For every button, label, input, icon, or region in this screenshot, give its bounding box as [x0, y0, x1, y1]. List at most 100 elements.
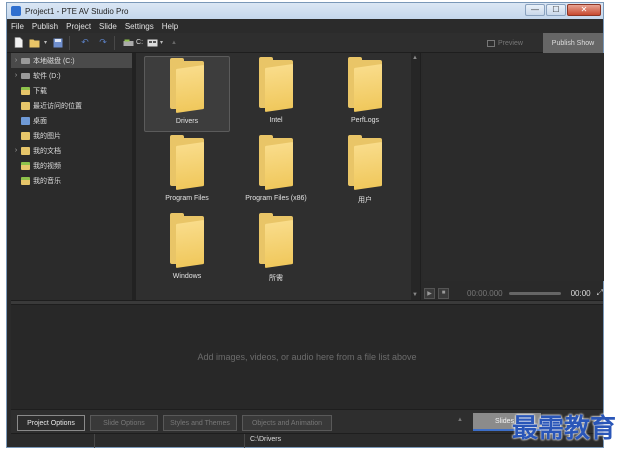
- expand-arrow-icon[interactable]: ›: [11, 147, 21, 154]
- chevron-down-icon: ▾: [160, 40, 164, 46]
- tree-item-music[interactable]: 我的音乐: [11, 173, 132, 188]
- tree-item-label: 我的文档: [33, 147, 61, 155]
- open-project-button[interactable]: ▾: [29, 35, 47, 51]
- new-file-icon: [14, 37, 23, 48]
- folder-item-program-files-x86[interactable]: Program Files (x86): [233, 134, 319, 210]
- folder-icon: [348, 57, 382, 112]
- folder-item-perflogs[interactable]: PerfLogs: [322, 56, 408, 132]
- window-title: Project1 - PTE AV Studio Pro: [25, 6, 129, 16]
- folder-label: Drivers: [175, 118, 199, 125]
- drive-selector-button[interactable]: C:: [123, 35, 143, 51]
- menu-bar: File Publish Project Slide Settings Help: [7, 19, 603, 33]
- menu-file[interactable]: File: [7, 22, 28, 31]
- preview-label: Preview: [498, 39, 523, 47]
- folder-label: 用户: [358, 197, 372, 204]
- open-folder-icon: [29, 39, 40, 47]
- player-controls: ▶ ■ 00:00.000 00:00 ⤢: [421, 286, 604, 300]
- preview-button[interactable]: Preview: [487, 36, 523, 50]
- menu-project[interactable]: Project: [62, 22, 95, 31]
- drive-icon: [21, 57, 30, 64]
- folder-icon: [259, 135, 293, 190]
- tree-item-pictures[interactable]: 我的图片: [11, 128, 132, 143]
- documents-folder-icon: [21, 146, 30, 155]
- publish-show-button[interactable]: Publish Show: [543, 33, 603, 53]
- menu-slide[interactable]: Slide: [95, 22, 121, 31]
- folder-item-drivers[interactable]: Drivers: [144, 56, 230, 132]
- tree-item-downloads[interactable]: 下载: [11, 83, 132, 98]
- slide-options-button[interactable]: Slide Options: [90, 415, 158, 431]
- drive-icon: [123, 39, 134, 46]
- folder-label: Program Files: [165, 195, 209, 202]
- fullscreen-icon[interactable]: ⤢: [597, 288, 603, 298]
- folder-icon: [170, 213, 204, 268]
- save-project-button[interactable]: [51, 35, 65, 51]
- tree-item-label: 桌面: [33, 117, 47, 125]
- tree-item-label: 本地磁盘 (C:): [33, 57, 75, 65]
- stop-icon: ■: [441, 290, 446, 296]
- arrow-up-icon: ▲: [171, 39, 177, 46]
- project-options-button[interactable]: Project Options: [17, 415, 85, 431]
- objects-animation-button[interactable]: Objects and Animation: [242, 415, 332, 431]
- recent-folder-icon: [21, 101, 30, 110]
- folder-icon: [259, 57, 293, 112]
- slide-list-area[interactable]: Add images, videos, or audio here from a…: [11, 305, 603, 409]
- folder-item-windows[interactable]: Windows: [144, 212, 230, 288]
- expand-arrow-icon[interactable]: ›: [11, 72, 21, 79]
- tree-item-label: 最近访问的位置: [33, 102, 82, 110]
- scroll-up-icon[interactable]: ▲: [412, 55, 418, 61]
- folder-item-required[interactable]: 所需: [233, 212, 319, 288]
- pictures-folder-icon: [21, 131, 30, 140]
- tree-item-recent[interactable]: 最近访问的位置: [11, 98, 132, 113]
- menu-settings[interactable]: Settings: [121, 22, 158, 31]
- folder-icon: [348, 135, 382, 190]
- play-button[interactable]: ▶: [424, 287, 435, 299]
- preview-screen: [423, 53, 604, 281]
- folder-item-intel[interactable]: Intel: [233, 56, 319, 132]
- expand-arrow-icon[interactable]: ›: [11, 57, 21, 64]
- tree-item-desktop[interactable]: 桌面: [11, 113, 132, 128]
- chevron-down-icon: ▾: [44, 40, 48, 46]
- folder-label: Program Files (x86): [245, 195, 307, 202]
- collapse-panel-icon[interactable]: ▲: [457, 417, 463, 423]
- status-path: C:\Drivers: [250, 436, 282, 443]
- tree-item-videos[interactable]: 我的视频: [11, 158, 132, 173]
- folder-label: PerfLogs: [350, 117, 380, 124]
- folder-item-users[interactable]: 用户: [322, 134, 408, 210]
- timeline-slider[interactable]: [508, 291, 561, 295]
- view-mode-button[interactable]: ▾: [147, 35, 163, 51]
- tree-item-label: 我的音乐: [33, 177, 61, 185]
- toolbar: ▾ ↶ ↷ C: ▾ ▲ Preview Publish Show: [7, 33, 603, 53]
- slide-area-hint: Add images, videos, or audio here from a…: [197, 352, 417, 362]
- folder-item-program-files[interactable]: Program Files: [144, 134, 230, 210]
- stop-button[interactable]: ■: [438, 287, 449, 299]
- scroll-down-icon[interactable]: ▼: [412, 292, 418, 298]
- downloads-folder-icon: [21, 86, 30, 95]
- save-icon: [53, 38, 63, 47]
- toolbar-separator: [114, 35, 116, 50]
- thumbnail-view-icon: [147, 39, 158, 46]
- folder-label: Intel: [269, 117, 283, 124]
- tree-item-label: 软件 (D:): [33, 72, 61, 80]
- folder-label: Windows: [172, 273, 202, 280]
- folder-up-button[interactable]: ▲: [167, 35, 181, 51]
- minimize-button[interactable]: —: [525, 4, 545, 16]
- menu-help[interactable]: Help: [158, 22, 182, 31]
- tree-item-software-d[interactable]: › 软件 (D:): [11, 68, 132, 83]
- total-time: 00:00: [570, 288, 591, 298]
- folder-icon: [170, 135, 204, 190]
- menu-publish[interactable]: Publish: [28, 22, 62, 31]
- styles-themes-button[interactable]: Styles and Themes: [163, 415, 237, 431]
- file-list-scrollbar[interactable]: ▲ ▼: [411, 53, 420, 300]
- undo-button[interactable]: ↶: [78, 35, 92, 51]
- play-icon: ▶: [427, 290, 432, 297]
- close-button[interactable]: ✕: [567, 4, 601, 16]
- redo-button[interactable]: ↷: [96, 35, 110, 51]
- maximize-button[interactable]: ☐: [546, 4, 566, 16]
- tree-item-documents[interactable]: › 我的文档: [11, 143, 132, 158]
- videos-folder-icon: [21, 161, 30, 170]
- tree-item-label: 我的视频: [33, 162, 61, 170]
- drive-label: C:: [136, 39, 144, 46]
- new-project-button[interactable]: [11, 35, 25, 51]
- tree-item-local-disk-c[interactable]: › 本地磁盘 (C:): [11, 53, 132, 68]
- title-bar: Project1 - PTE AV Studio Pro — ☐ ✕: [7, 3, 603, 19]
